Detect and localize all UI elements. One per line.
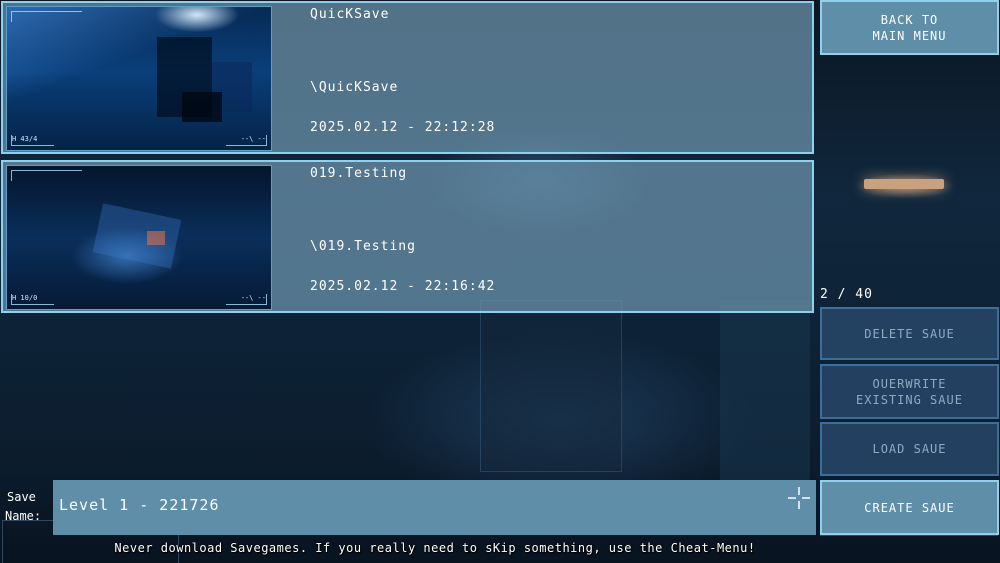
- delete-save-button[interactable]: DELETE SAUE: [820, 307, 999, 360]
- save-name-label: Name:: [5, 509, 42, 523]
- warning-message: Never download Savegames. If you really …: [114, 541, 756, 555]
- save-thumbnail: H 43/4 --\ --: [6, 6, 272, 151]
- save-thumbnail: H 10/0 --\ --: [6, 165, 272, 310]
- background-lamp: [864, 179, 944, 189]
- save-path: \QuicKSave: [310, 80, 399, 95]
- save-count: 2 / 40: [820, 287, 873, 302]
- background-wall: [720, 300, 810, 480]
- crosshair-icon: [788, 487, 810, 509]
- back-to-main-menu-button[interactable]: BACK TO MAIN MENU: [820, 0, 999, 55]
- save-name-input[interactable]: [53, 480, 816, 535]
- create-save-button[interactable]: CREATE SAUE: [820, 480, 999, 535]
- save-path: \019.Testing: [310, 239, 416, 254]
- save-name: 019.Testing: [310, 166, 408, 181]
- save-date: 2025.02.12 - 22:16:42: [310, 279, 496, 294]
- save-slot-quicksave[interactable]: H 43/4 --\ -- QuicKSave \QuicKSave 2025.…: [1, 1, 814, 154]
- save-name-label: Save: [7, 490, 36, 504]
- overwrite-save-button[interactable]: OUERWRITE EXISTING SAUE: [820, 364, 999, 419]
- save-slot-019-testing[interactable]: H 10/0 --\ -- 019.Testing \019.Testing 2…: [1, 160, 814, 313]
- save-date: 2025.02.12 - 22:12:28: [310, 120, 496, 135]
- background-doorway: [480, 300, 622, 472]
- load-save-button[interactable]: LOAD SAUE: [820, 422, 999, 476]
- save-name: QuicKSave: [310, 7, 390, 22]
